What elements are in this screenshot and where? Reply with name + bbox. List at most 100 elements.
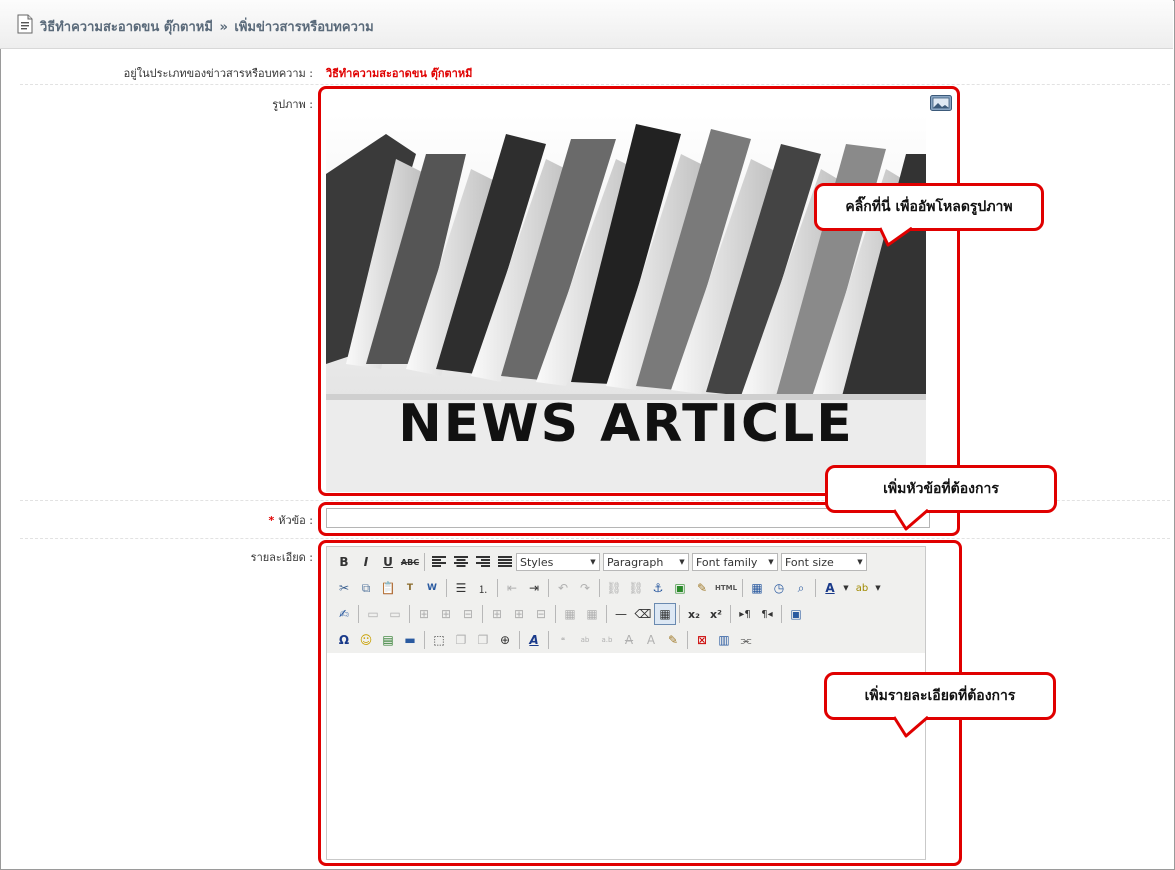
align-justify-icon[interactable]: [494, 551, 516, 573]
template-icon[interactable]: ▥: [713, 629, 735, 651]
paste-text-icon[interactable]: T: [399, 577, 421, 599]
media-icon[interactable]: ▤: [377, 629, 399, 651]
toolbar-separator: [482, 605, 483, 623]
unlink-icon[interactable]: ⛓: [625, 577, 647, 599]
strikethrough-button[interactable]: ABC: [399, 551, 421, 573]
nonbreaking-icon[interactable]: ⊠: [691, 629, 713, 651]
preview-icon[interactable]: ⌕: [790, 577, 812, 599]
superscript-icon[interactable]: x²: [705, 603, 727, 625]
subscript-icon[interactable]: x₂: [683, 603, 705, 625]
text-color-icon[interactable]: A: [819, 577, 841, 599]
toolbar-separator: [424, 631, 425, 649]
dropdown-arrow-icon[interactable]: ▼: [841, 577, 851, 599]
document-icon: [16, 14, 34, 37]
cleanup-icon[interactable]: ✎: [691, 577, 713, 599]
underline-button[interactable]: U: [377, 551, 399, 573]
image-caption: NEWS ARTICLE: [398, 394, 854, 454]
horizontal-rule-icon[interactable]: —: [610, 603, 632, 625]
breadcrumb: วิธีทำความสะอาดขน ตุ๊กตาหมี » เพิ่มข่าวส…: [40, 16, 374, 37]
styles-select[interactable]: Styles ▼: [516, 553, 600, 571]
dropdown-arrow-icon: ▼: [768, 558, 774, 566]
undo-icon[interactable]: ↶: [552, 577, 574, 599]
insert-date-icon[interactable]: ▦: [746, 577, 768, 599]
breadcrumb-category[interactable]: วิธีทำความสะอาดขน ตุ๊กตาหมี: [40, 20, 213, 35]
indent-icon[interactable]: ⇥: [523, 577, 545, 599]
attributes-icon[interactable]: ✎: [662, 629, 684, 651]
dropdown-arrow-icon: ▼: [679, 558, 685, 566]
editor-toolbar: B I U ABC Styles ▼ Paragraph ▼ Font family…: [327, 547, 925, 654]
title-label-text: หัวข้อ :: [278, 514, 313, 527]
html-source-button[interactable]: HTML: [713, 577, 739, 599]
row-divider: [20, 538, 1170, 539]
outdent-icon[interactable]: ⇤: [501, 577, 523, 599]
toolbar-separator: [687, 631, 688, 649]
paste-word-icon[interactable]: W: [421, 577, 443, 599]
toolbar-separator: [606, 605, 607, 623]
insert-col-after-icon[interactable]: ⊞: [508, 603, 530, 625]
article-image[interactable]: NEWS ARTICLE: [326, 114, 926, 492]
dropdown-arrow-icon[interactable]: ▼: [873, 577, 883, 599]
del-icon[interactable]: A: [618, 629, 640, 651]
align-left-icon[interactable]: [428, 551, 450, 573]
split-cells-icon[interactable]: ▦: [559, 603, 581, 625]
anchor-icon[interactable]: ⚓: [647, 577, 669, 599]
toolbar-separator: [730, 605, 731, 623]
ins-icon[interactable]: A: [640, 629, 662, 651]
image-icon[interactable]: ▣: [669, 577, 691, 599]
redo-icon[interactable]: ↷: [574, 577, 596, 599]
highlight-color-icon[interactable]: ab: [851, 577, 873, 599]
insert-time-icon[interactable]: ◷: [768, 577, 790, 599]
abbr-icon[interactable]: ab: [574, 629, 596, 651]
delete-row-icon[interactable]: ⊟: [457, 603, 479, 625]
italic-button[interactable]: I: [355, 551, 377, 573]
insert-col-before-icon[interactable]: ⊞: [486, 603, 508, 625]
align-center-icon[interactable]: [450, 551, 472, 573]
special-char-icon[interactable]: Ω: [333, 629, 355, 651]
table-row-props-icon[interactable]: ▭: [362, 603, 384, 625]
merge-cells-icon[interactable]: ▦: [581, 603, 603, 625]
format-select[interactable]: Paragraph ▼: [603, 553, 689, 571]
image-label: รูปภาพ :: [272, 98, 313, 111]
toolbar-separator: [446, 579, 447, 597]
breadcrumb-current: เพิ่มข่าวสารหรือบทความ: [234, 20, 374, 35]
layer-insert-icon[interactable]: ⬚: [428, 629, 450, 651]
layer-absolute-icon[interactable]: ⊕: [494, 629, 516, 651]
pagebreak-icon[interactable]: ⫘: [735, 629, 757, 651]
horizontal-line-props-icon[interactable]: ▬: [399, 629, 421, 651]
callout-tail: [878, 227, 913, 247]
align-right-icon[interactable]: [472, 551, 494, 573]
link-icon[interactable]: ⛓: [603, 577, 625, 599]
copy-icon[interactable]: ⧉: [355, 577, 377, 599]
table-cell-props-icon[interactable]: ▭: [384, 603, 406, 625]
layer-backward-icon[interactable]: ❐: [472, 629, 494, 651]
font-family-select[interactable]: Font family ▼: [692, 553, 778, 571]
toolbar-separator: [555, 605, 556, 623]
insert-table-icon[interactable]: ▦: [654, 603, 676, 625]
cite-icon[interactable]: ❝: [552, 629, 574, 651]
bold-button[interactable]: B: [333, 551, 355, 573]
toolbar-separator: [815, 579, 816, 597]
font-size-select[interactable]: Font size ▼: [781, 553, 867, 571]
insert-row-after-icon[interactable]: ⊞: [435, 603, 457, 625]
acronym-icon[interactable]: a.b: [596, 629, 618, 651]
layer-forward-icon[interactable]: ❐: [450, 629, 472, 651]
style-props-icon[interactable]: A: [523, 629, 545, 651]
ltr-icon[interactable]: ▸¶: [734, 603, 756, 625]
remove-format-icon[interactable]: ⌫: [632, 603, 654, 625]
fullscreen-icon[interactable]: ▣: [785, 603, 807, 625]
rtl-icon[interactable]: ¶◂: [756, 603, 778, 625]
callout-tail: [892, 716, 929, 738]
callout-tail: [892, 509, 929, 531]
delete-col-icon[interactable]: ⊟: [530, 603, 552, 625]
upload-image-icon[interactable]: [930, 95, 952, 114]
toolbar-separator: [519, 631, 520, 649]
numbered-list-icon[interactable]: ⒈: [472, 577, 494, 599]
paste-icon[interactable]: 📋: [377, 577, 399, 599]
dropdown-arrow-icon: ▼: [857, 558, 863, 566]
font-size-select-value: Font size: [785, 555, 834, 569]
bullet-list-icon[interactable]: ☰: [450, 577, 472, 599]
emoticon-icon[interactable]: ☺: [355, 629, 377, 651]
insert-row-before-icon[interactable]: ⊞: [413, 603, 435, 625]
visual-aid-icon[interactable]: ✍: [333, 603, 355, 625]
cut-icon[interactable]: ✂: [333, 577, 355, 599]
